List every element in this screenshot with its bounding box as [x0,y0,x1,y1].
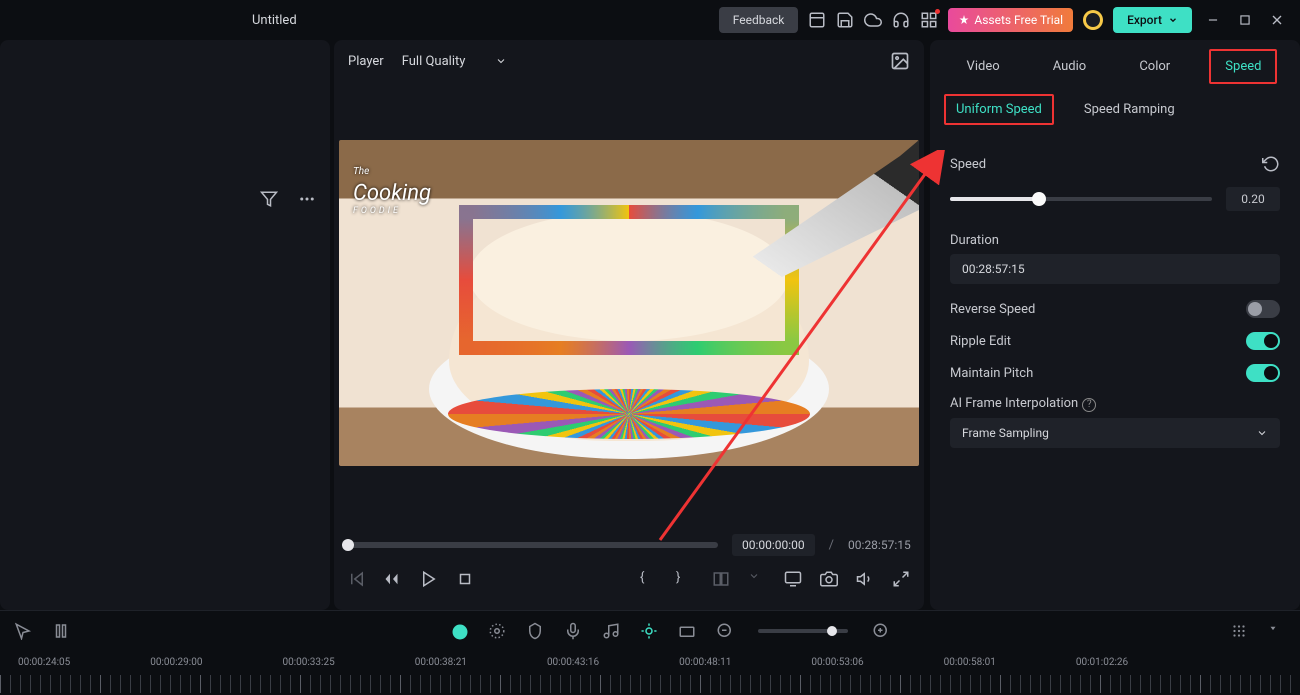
duration-label: Duration [950,233,1280,248]
zoom-slider[interactable] [758,629,848,633]
timeline: 00:00:24:05 00:00:29:00 00:00:33:25 00:00:3… [0,610,1300,695]
volume-icon[interactable] [856,570,874,588]
close-button[interactable] [1266,9,1288,31]
assets-trial-button[interactable]: Assets Free Trial [948,8,1073,32]
speed-value[interactable]: 0.20 [1226,187,1280,211]
ruler-tick: 00:01:02:26 [1076,657,1128,668]
apps-icon[interactable] [920,11,938,29]
ai-icon[interactable] [450,622,468,640]
maintain-pitch-toggle[interactable] [1246,364,1280,382]
duration-input[interactable]: 00:28:57:15 [950,254,1280,284]
feedback-button[interactable]: Feedback [719,7,799,33]
tab-speed[interactable]: Speed [1209,49,1277,84]
maximize-button[interactable] [1234,9,1256,31]
reverse-speed-toggle[interactable] [1246,300,1280,318]
chevron-down-icon[interactable] [748,570,766,588]
compare-icon[interactable] [712,570,730,588]
timeline-ruler[interactable]: 00:00:24:05 00:00:29:00 00:00:33:25 00:00:3… [0,651,1300,695]
mark-in-icon[interactable]: { [640,570,658,588]
music-icon[interactable] [602,622,620,640]
save-icon[interactable] [836,11,854,29]
stop-icon[interactable] [456,570,474,588]
snapshot-icon[interactable] [890,51,910,71]
tab-audio[interactable]: Audio [1039,51,1100,82]
titlebar: Untitled Feedback Assets Free Trial Expo… [0,0,1300,40]
minimize-button[interactable] [1202,9,1224,31]
effects-icon[interactable] [488,622,506,640]
ai-interp-value: Frame Sampling [962,426,1049,440]
step-back-icon[interactable] [384,570,402,588]
export-label: Export [1127,13,1162,27]
subtab-uniform-speed[interactable]: Uniform Speed [944,94,1054,125]
ripple-edit-label: Ripple Edit [950,334,1011,349]
coin-icon[interactable] [1083,10,1103,30]
filter-icon[interactable] [260,190,280,210]
assets-trial-label: Assets Free Trial [974,13,1063,27]
total-time: 00:28:57:15 [848,538,911,552]
speed-label: Speed [950,157,986,172]
export-button[interactable]: Export [1113,7,1192,33]
ruler-tick: 00:00:29:00 [150,657,202,668]
properties-panel: Video Audio Color Speed Uniform Speed Sp… [930,40,1300,610]
magnet-icon[interactable] [640,622,658,640]
ruler-tick: 00:00:53:06 [811,657,863,668]
display-icon[interactable] [784,570,802,588]
media-panel [0,40,330,610]
reset-speed-icon[interactable] [1262,155,1280,173]
trim-icon[interactable] [52,622,70,640]
player-controls: 00:00:00:00 / 00:28:57:15 { } [334,524,924,610]
maintain-pitch-label: Maintain Pitch [950,366,1033,381]
ruler-tick: 00:00:38:21 [415,657,467,668]
subtab-speed-ramping[interactable]: Speed Ramping [1074,96,1185,123]
ai-interp-select[interactable]: Frame Sampling [950,418,1280,448]
pointer-icon[interactable] [14,622,32,640]
quality-value: Full Quality [402,54,466,69]
project-title: Untitled [252,13,297,28]
ripple-edit-toggle[interactable] [1246,332,1280,350]
play-icon[interactable] [420,570,438,588]
fullscreen-icon[interactable] [892,570,910,588]
player-label: Player [348,54,384,69]
zoom-out-icon[interactable] [716,622,734,640]
watermark: The Cooking FOODIE [353,154,431,216]
dropdown-icon[interactable] [1268,622,1286,640]
prev-frame-icon[interactable] [348,570,366,588]
ai-interp-label: AI Frame Interpolation? [950,396,1096,412]
mic-icon[interactable] [564,622,582,640]
help-icon[interactable]: ? [1082,398,1096,412]
grid-icon[interactable] [1230,622,1248,640]
headphones-icon[interactable] [892,11,910,29]
layout-icon[interactable] [808,11,826,29]
ruler-tick: 00:00:48:11 [679,657,731,668]
reverse-speed-label: Reverse Speed [950,302,1035,317]
more-icon[interactable] [298,190,318,210]
ruler-tick: 00:00:43:16 [547,657,599,668]
speed-slider[interactable] [950,197,1212,201]
crop-icon[interactable] [678,622,696,640]
video-preview[interactable]: The Cooking FOODIE [334,82,924,524]
player-bar: Player Full Quality [334,40,924,82]
ruler-tick: 00:00:58:01 [944,657,996,668]
mark-out-icon[interactable]: } [676,570,694,588]
cloud-icon[interactable] [864,11,882,29]
progress-bar[interactable] [348,542,718,548]
quality-dropdown[interactable]: Full Quality [402,54,508,69]
current-time: 00:00:00:00 [732,534,815,556]
zoom-in-icon[interactable] [872,622,890,640]
tab-video[interactable]: Video [953,51,1014,82]
ruler-tick: 00:00:24:05 [18,657,70,668]
ruler-tick: 00:00:33:25 [282,657,334,668]
marker-icon[interactable] [526,622,544,640]
camera-icon[interactable] [820,570,838,588]
tab-color[interactable]: Color [1125,51,1184,82]
